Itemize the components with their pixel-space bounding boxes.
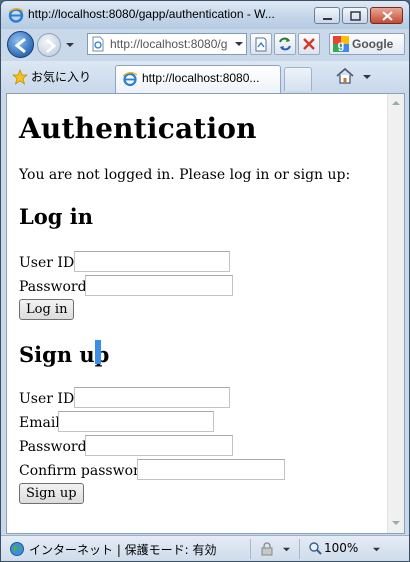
- signup-email-input[interactable]: [58, 411, 214, 432]
- search-provider-label: Google: [352, 37, 394, 51]
- signup-userid-label: User ID:: [19, 391, 79, 407]
- login-status-text: You are not logged in. Please log in or …: [19, 167, 351, 183]
- status-dropdown-icon[interactable]: [282, 545, 291, 554]
- maximize-icon: [350, 11, 361, 21]
- minimize-icon: [323, 18, 332, 20]
- login-button[interactable]: Log in: [19, 299, 75, 320]
- scroll-up-icon[interactable]: [391, 99, 401, 107]
- favorites-star-icon[interactable]: [12, 69, 28, 85]
- status-separator: [250, 539, 251, 559]
- page-title: Authentication: [19, 112, 257, 145]
- signup-password-input[interactable]: [85, 435, 233, 456]
- login-userid-input[interactable]: [74, 251, 230, 272]
- tab-bar: お気に入り http://localhost:8080...: [1, 61, 409, 93]
- address-bar[interactable]: http://localhost:8080/gapp/authenticatio…: [87, 33, 247, 55]
- ie-logo-icon: [8, 8, 24, 23]
- signup-userid-input[interactable]: [74, 387, 230, 408]
- new-tab-button[interactable]: [284, 67, 312, 91]
- forward-button[interactable]: [37, 33, 61, 57]
- stop-button[interactable]: [298, 33, 320, 55]
- refresh-icon: [279, 37, 291, 51]
- vertical-scrollbar[interactable]: [387, 94, 404, 533]
- compatibility-view-button[interactable]: [250, 33, 272, 55]
- magnifier-icon[interactable]: [308, 541, 322, 555]
- login-userid-label: User ID:: [19, 255, 79, 271]
- address-dropdown-icon[interactable]: [234, 39, 244, 49]
- status-bar: インターネット | 保護モード: 有効 100%: [1, 535, 409, 561]
- back-button[interactable]: [7, 31, 34, 58]
- zoom-dropdown-icon[interactable]: [372, 545, 381, 554]
- compatibility-view-icon: [255, 37, 267, 52]
- home-dropdown-icon[interactable]: [362, 72, 372, 82]
- text-cursor-highlight: [95, 340, 101, 364]
- browser-window: http://localhost:8080/gapp/authenticatio…: [0, 0, 410, 562]
- close-window-button[interactable]: [370, 7, 403, 24]
- login-heading: Log in: [19, 204, 94, 229]
- window-title: http://localhost:8080/gapp/authenticatio…: [28, 7, 275, 21]
- page-viewport: Authentication You are not logged in. Pl…: [6, 93, 405, 534]
- forward-arrow-icon: [46, 39, 56, 53]
- signup-confirm-input[interactable]: [137, 459, 285, 480]
- stop-icon: [303, 38, 315, 50]
- ie-page-icon: [122, 72, 138, 87]
- title-bar: http://localhost:8080/gapp/authenticatio…: [1, 1, 409, 29]
- google-icon: g: [333, 36, 349, 52]
- back-arrow-icon: [14, 37, 26, 54]
- globe-icon: [10, 542, 24, 556]
- svg-text:g: g: [338, 40, 345, 52]
- scroll-down-icon[interactable]: [391, 519, 401, 527]
- maximize-button[interactable]: [342, 7, 368, 24]
- login-password-input[interactable]: [85, 275, 233, 296]
- navigation-bar: http://localhost:8080/gapp/authenticatio…: [1, 29, 409, 61]
- tab-active[interactable]: http://localhost:8080...: [115, 65, 281, 93]
- signup-password-label: Password:: [19, 439, 92, 455]
- close-icon: [382, 11, 393, 21]
- minimize-button[interactable]: [314, 7, 340, 24]
- address-input[interactable]: http://localhost:8080/gapp/authenticatio…: [110, 37, 228, 53]
- home-icon[interactable]: [335, 67, 355, 85]
- tab-title: http://localhost:8080...: [142, 71, 260, 85]
- search-provider-button[interactable]: g Google: [329, 33, 405, 55]
- login-password-label: Password:: [19, 279, 92, 295]
- page-icon: [92, 36, 104, 52]
- refresh-button[interactable]: [274, 33, 296, 55]
- signup-button[interactable]: Sign up: [19, 483, 84, 504]
- zoom-level[interactable]: 100%: [324, 541, 358, 555]
- history-dropdown-icon[interactable]: [65, 40, 75, 50]
- favorites-button[interactable]: お気に入り: [31, 68, 91, 85]
- signup-confirm-label: Confirm password:: [19, 463, 154, 479]
- security-zone-text[interactable]: インターネット | 保護モード: 有効: [29, 541, 217, 558]
- popup-blocker-icon[interactable]: [259, 541, 275, 557]
- status-separator: [299, 539, 300, 559]
